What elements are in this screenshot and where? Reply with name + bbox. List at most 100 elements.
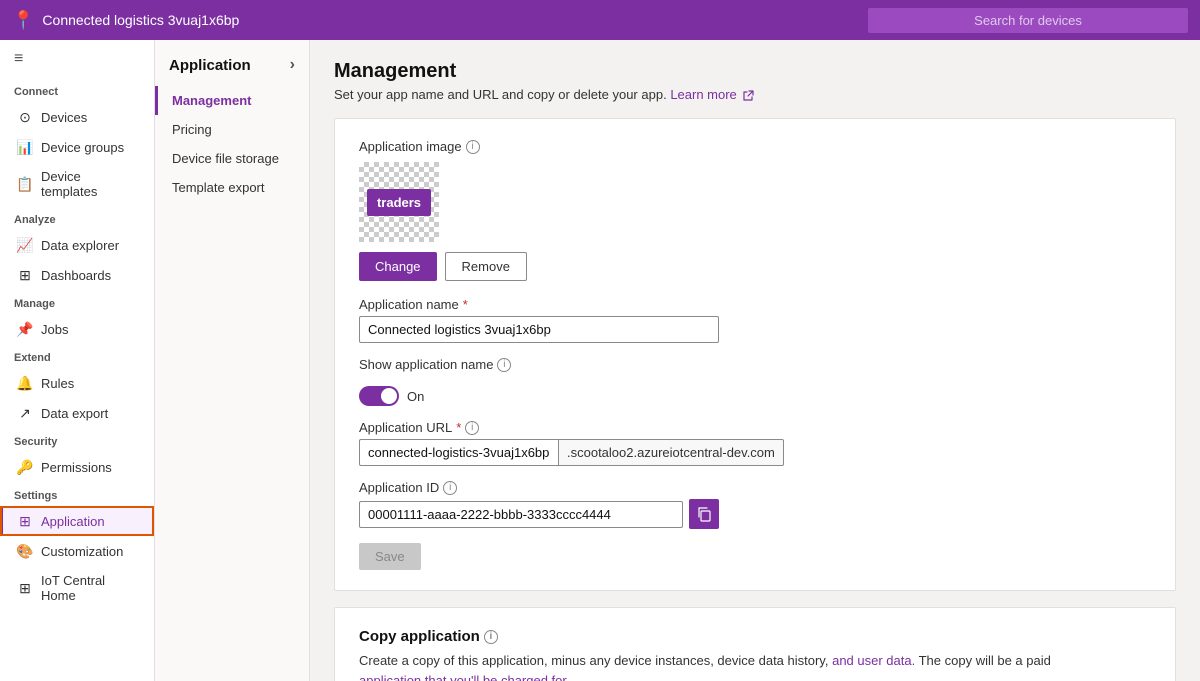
submenu-item-pricing[interactable]: Pricing xyxy=(155,115,309,144)
content-area: Management Set your app name and URL and… xyxy=(310,40,1200,681)
submenu-template-export-label: Template export xyxy=(172,180,265,195)
sidebar-item-dashboards-label: Dashboards xyxy=(41,268,111,283)
main-layout: ≡ Connect ⊙ Devices 📊 Device groups 📋 De… xyxy=(0,40,1200,681)
iot-home-icon: ⊞ xyxy=(17,580,33,596)
learn-more-link[interactable]: Learn more xyxy=(670,87,754,102)
app-name-input[interactable] xyxy=(359,316,719,343)
show-app-name-toggle[interactable] xyxy=(359,386,399,406)
submenu-pricing-label: Pricing xyxy=(172,122,212,137)
show-app-name-label: Show application name i xyxy=(359,357,511,372)
id-row xyxy=(359,499,719,529)
copy-app-info-icon[interactable]: i xyxy=(484,630,498,644)
sidebar-item-customization[interactable]: 🎨 Customization xyxy=(0,536,154,566)
app-url-field: Application URL * i .scootaloo2.azureiot… xyxy=(359,420,1151,466)
page-subtitle: Set your app name and URL and copy or de… xyxy=(334,87,1176,102)
sidebar-item-rules-label: Rules xyxy=(41,376,74,391)
url-row: .scootaloo2.azureiotcentral-dev.com xyxy=(359,439,839,466)
app-url-required: * xyxy=(456,420,461,435)
copy-app-desc-part3: application that you'll be charged for. xyxy=(359,673,570,681)
submenu-item-management[interactable]: Management xyxy=(155,86,309,115)
copy-app-desc-link: and user data. xyxy=(832,653,915,668)
copy-app-description: Create a copy of this application, minus… xyxy=(359,651,1151,681)
change-image-button[interactable]: Change xyxy=(359,252,437,281)
extend-section-label: Extend xyxy=(0,344,154,368)
top-nav: 📍 Connected logistics 3vuaj1x6bp xyxy=(0,0,1200,40)
toggle-row: On xyxy=(359,386,1151,406)
search-input[interactable] xyxy=(868,8,1188,33)
sidebar-item-data-explorer-label: Data explorer xyxy=(41,238,119,253)
submenu-title: Application xyxy=(169,57,251,74)
app-image-label: Application image i xyxy=(359,139,1151,154)
copy-icon xyxy=(696,506,712,522)
app-brand-title: Connected logistics 3vuaj1x6bp xyxy=(42,12,239,28)
app-id-input xyxy=(359,501,683,528)
dashboards-icon: ⊞ xyxy=(17,267,33,283)
sidebar-item-customization-label: Customization xyxy=(41,544,123,559)
device-groups-icon: 📊 xyxy=(17,139,33,155)
data-export-icon: ↗ xyxy=(17,405,33,421)
sidebar-item-device-groups[interactable]: 📊 Device groups xyxy=(0,132,154,162)
manage-section-label: Manage xyxy=(0,290,154,314)
sidebar-item-devices[interactable]: ⊙ Devices xyxy=(0,102,154,132)
permissions-icon: 🔑 xyxy=(17,459,33,475)
image-btn-row: Change Remove xyxy=(359,252,1151,281)
remove-image-button[interactable]: Remove xyxy=(445,252,527,281)
analyze-section-label: Analyze xyxy=(0,206,154,230)
app-logo: traders xyxy=(367,189,431,216)
show-app-name-row: Show application name i xyxy=(359,357,1151,372)
hamburger-icon[interactable]: ≡ xyxy=(0,40,154,78)
sidebar-item-application[interactable]: ⊞ Application xyxy=(0,506,154,536)
show-app-name-info-icon[interactable]: i xyxy=(497,358,511,372)
page-title: Management xyxy=(334,60,1176,83)
sidebar-item-iot-home-label: IoT Central Home xyxy=(41,573,140,603)
app-name-field: Application name * xyxy=(359,297,1151,343)
save-button[interactable]: Save xyxy=(359,543,421,570)
submenu-panel: Application › Management Pricing Device … xyxy=(155,40,310,681)
sidebar-item-device-templates-label: Device templates xyxy=(41,169,140,199)
sidebar-item-data-explorer[interactable]: 📈 Data explorer xyxy=(0,230,154,260)
brand-area: 📍 Connected logistics 3vuaj1x6bp xyxy=(12,10,868,31)
app-image-container: traders xyxy=(359,162,439,242)
sidebar-item-data-export[interactable]: ↗ Data export xyxy=(0,398,154,428)
toggle-label: On xyxy=(407,389,424,404)
sidebar-item-jobs[interactable]: 📌 Jobs xyxy=(0,314,154,344)
data-explorer-icon: 📈 xyxy=(17,237,33,253)
sidebar-item-device-groups-label: Device groups xyxy=(41,140,124,155)
devices-icon: ⊙ xyxy=(17,109,33,125)
url-suffix: .scootaloo2.azureiotcentral-dev.com xyxy=(559,439,784,466)
app-url-label: Application URL * i xyxy=(359,420,1151,435)
sidebar-item-rules[interactable]: 🔔 Rules xyxy=(0,368,154,398)
submenu-close-icon[interactable]: › xyxy=(290,56,295,74)
sidebar-item-data-export-label: Data export xyxy=(41,406,108,421)
sidebar-item-permissions[interactable]: 🔑 Permissions xyxy=(0,452,154,482)
app-image-field: Application image i traders Change Remov… xyxy=(359,139,1151,281)
sidebar-item-devices-label: Devices xyxy=(41,110,87,125)
settings-section-label: Settings xyxy=(0,482,154,506)
connect-section-label: Connect xyxy=(0,78,154,102)
page-subtitle-text: Set your app name and URL and copy or de… xyxy=(334,87,667,102)
external-link-icon xyxy=(742,90,754,102)
application-icon: ⊞ xyxy=(17,513,33,529)
submenu-management-label: Management xyxy=(172,93,251,108)
sidebar-item-jobs-label: Jobs xyxy=(41,322,68,337)
submenu-item-template-export[interactable]: Template export xyxy=(155,173,309,202)
customization-icon: 🎨 xyxy=(17,543,33,559)
app-url-input[interactable] xyxy=(359,439,559,466)
copy-application-card: Copy application i Create a copy of this… xyxy=(334,607,1176,681)
location-icon: 📍 xyxy=(12,10,34,31)
app-id-field: Application ID i xyxy=(359,480,1151,529)
copy-app-title: Copy application i xyxy=(359,628,1151,645)
sidebar-item-application-label: Application xyxy=(41,514,105,529)
app-url-info-icon[interactable]: i xyxy=(465,421,479,435)
sidebar-item-iot-central-home[interactable]: ⊞ IoT Central Home xyxy=(0,566,154,610)
submenu-item-device-file-storage[interactable]: Device file storage xyxy=(155,144,309,173)
security-section-label: Security xyxy=(0,428,154,452)
app-image-info-icon[interactable]: i xyxy=(466,140,480,154)
sidebar-item-dashboards[interactable]: ⊞ Dashboards xyxy=(0,260,154,290)
sidebar-item-device-templates[interactable]: 📋 Device templates xyxy=(0,162,154,206)
device-templates-icon: 📋 xyxy=(17,176,33,192)
management-card: Application image i traders Change Remov… xyxy=(334,118,1176,591)
app-id-info-icon[interactable]: i xyxy=(443,481,457,495)
jobs-icon: 📌 xyxy=(17,321,33,337)
copy-id-button[interactable] xyxy=(689,499,719,529)
